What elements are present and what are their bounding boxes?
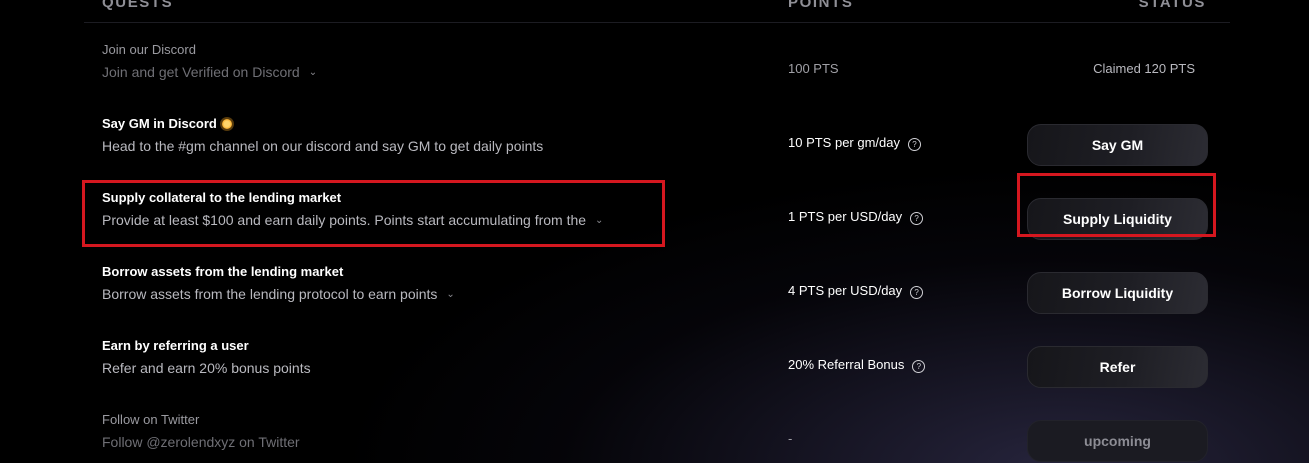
quest-description-text: Provide at least $100 and earn daily poi… [102,212,587,228]
quest-row-follow-twitter: Follow on Twitter Follow @zerolendxyz on… [0,403,1309,463]
chevron-down-icon[interactable]: ⌄ [595,215,603,226]
quest-description-text: Borrow assets from the lending protocol … [102,286,438,302]
info-circle-icon[interactable]: ? [908,138,921,151]
claimed-status: Claimed 120 PTS [1093,61,1195,76]
chevron-down-icon[interactable]: ⌄ [446,289,454,300]
quest-description-text: Join and get Verified on Discord [102,64,300,80]
quest-points: 100 PTS [788,61,839,76]
status-column-header: STATUS [1138,0,1206,11]
quest-points-text: 1 PTS per USD/day [788,209,903,224]
quest-description[interactable]: Borrow assets from the lending protocol … [102,286,455,302]
info-circle-icon[interactable]: ? [910,286,924,299]
say-gm-button[interactable]: Say GM [1027,124,1208,166]
supply-liquidity-button[interactable]: Supply Liquidity [1027,198,1208,240]
quests-table-header: QUESTS POINTS STATUS [0,0,1309,22]
info-circle-icon[interactable]: ? [912,360,926,373]
quest-points: 1 PTS per USD/day? [788,209,924,225]
quest-points-text: 20% Referral Bonus [788,357,905,372]
quest-description: Head to the #gm channel on our discord a… [102,138,544,154]
quest-row-join-discord: Join our Discord Join and get Verified o… [0,33,1309,107]
header-divider [84,22,1230,23]
quest-row-borrow-assets: Borrow assets from the lending market Bo… [0,255,1309,329]
refer-button[interactable]: Refer [1027,346,1208,388]
quest-row-say-gm: Say GM in Discord Head to the #gm channe… [0,107,1309,181]
quest-points: 20% Referral Bonus? [788,357,926,373]
quest-title: Supply collateral to the lending market [102,190,342,205]
borrow-liquidity-button[interactable]: Borrow Liquidity [1027,272,1208,314]
quest-description: Follow @zerolendxyz on Twitter [102,434,300,450]
quest-points: 4 PTS per USD/day? [788,283,924,299]
quest-title: Borrow assets from the lending market [102,264,344,279]
quest-title: Say GM in Discord [102,116,232,131]
quest-title: Earn by referring a user [102,338,249,353]
quests-column-header: QUESTS [102,0,174,11]
quest-points-text: 4 PTS per USD/day [788,283,903,298]
quest-row-referral: Earn by referring a user Refer and earn … [0,329,1309,403]
quest-description[interactable]: Join and get Verified on Discord ⌄ [102,64,317,80]
quest-description: Refer and earn 20% bonus points [102,360,311,376]
upcoming-button: upcoming [1027,420,1208,462]
quest-title-text: Say GM in Discord [102,116,217,131]
info-circle-icon[interactable]: ? [910,212,924,225]
quest-points-text: 10 PTS per gm/day [788,135,900,150]
quest-row-supply-collateral: Supply collateral to the lending market … [0,181,1309,255]
sun-emoji-icon [221,119,232,129]
quest-points: - [788,431,793,446]
quests-page: QUESTS POINTS STATUS Join our Discord Jo… [0,0,1309,463]
quest-points: 10 PTS per gm/day? [788,135,921,151]
quest-title: Join our Discord [102,42,196,57]
quest-title: Follow on Twitter [102,412,200,427]
points-column-header: POINTS [788,0,854,11]
chevron-down-icon[interactable]: ⌄ [309,67,317,78]
quest-description[interactable]: Provide at least $100 and earn daily poi… [102,212,603,228]
